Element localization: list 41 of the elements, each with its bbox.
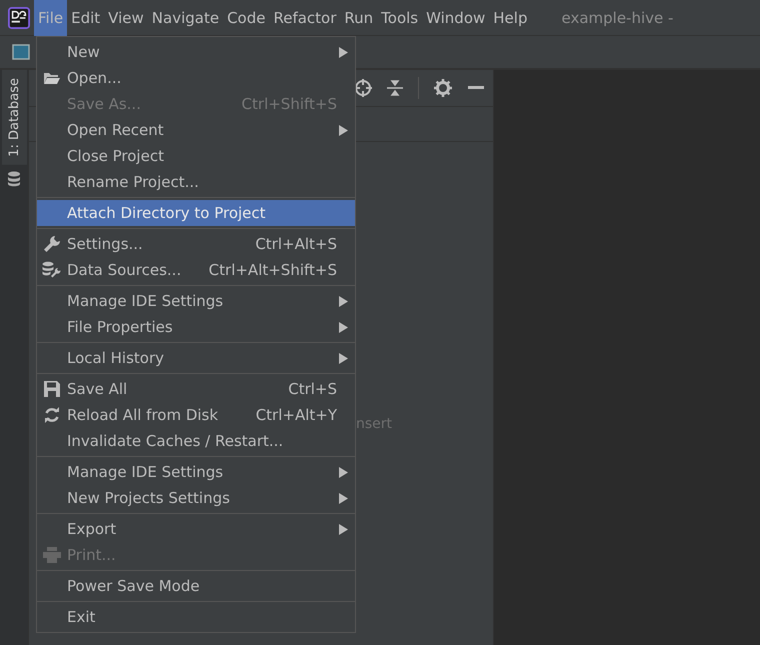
menu-entry[interactable]: Attach Directory to Project xyxy=(37,200,355,226)
menu-item[interactable]: Help xyxy=(489,0,532,36)
menu-entry[interactable]: Manage IDE Settings xyxy=(37,288,355,314)
settings-icon[interactable] xyxy=(434,79,452,97)
menu-entry[interactable]: Local History xyxy=(37,345,355,371)
menu-item[interactable]: View xyxy=(104,0,148,36)
window-title: example-hive - xyxy=(561,8,674,26)
app-logo-icon[interactable] xyxy=(8,6,30,28)
menu-entry[interactable]: Exit xyxy=(37,604,355,630)
menu-entry[interactable]: File Properties xyxy=(37,314,355,340)
menu-item[interactable]: Navigate xyxy=(148,0,224,36)
menu-entry[interactable]: Reload All from Disk Ctrl+Alt+Y xyxy=(37,402,355,428)
folder-icon xyxy=(43,71,61,85)
menu-entry[interactable]: Open... xyxy=(37,65,355,91)
menu-entry[interactable]: Rename Project... xyxy=(37,169,355,195)
menu-item[interactable]: Code xyxy=(223,0,270,36)
menu-item[interactable]: Refactor xyxy=(269,0,340,36)
wrench-icon xyxy=(43,235,61,253)
database-icon[interactable] xyxy=(7,170,21,187)
menu-item[interactable]: Tools xyxy=(377,0,422,36)
printer-icon xyxy=(43,547,61,563)
menu-entry[interactable]: Data Sources... Ctrl+Alt+Shift+S xyxy=(37,257,355,283)
menu-entry[interactable]: New Projects Settings xyxy=(37,485,355,511)
menu-entry[interactable]: Manage IDE Settings xyxy=(37,459,355,485)
menu-entry[interactable]: Invalidate Caches / Restart... xyxy=(37,428,355,454)
menu-entry[interactable]: Open Recent xyxy=(37,117,355,143)
crosshair-icon[interactable] xyxy=(354,79,372,97)
collapse-icon[interactable] xyxy=(387,79,403,97)
minimize-icon[interactable] xyxy=(467,86,485,90)
menu-entry[interactable]: Power Save Mode xyxy=(37,573,355,599)
menu-entry[interactable]: Export xyxy=(37,516,355,542)
database-wrench-icon xyxy=(42,261,62,279)
menu-entry[interactable]: Close Project xyxy=(37,143,355,169)
menu-item[interactable]: Window xyxy=(422,0,490,36)
save-icon xyxy=(44,381,60,397)
menu-item[interactable]: Edit xyxy=(67,0,104,36)
reload-icon xyxy=(44,407,60,423)
menu-entry[interactable]: Save All Ctrl+S xyxy=(37,376,355,402)
menu-item[interactable]: Run xyxy=(340,0,378,36)
menu-entry[interactable]: Settings... Ctrl+Alt+S xyxy=(37,231,355,257)
database-tool-tab[interactable]: 1: Database xyxy=(2,70,26,165)
